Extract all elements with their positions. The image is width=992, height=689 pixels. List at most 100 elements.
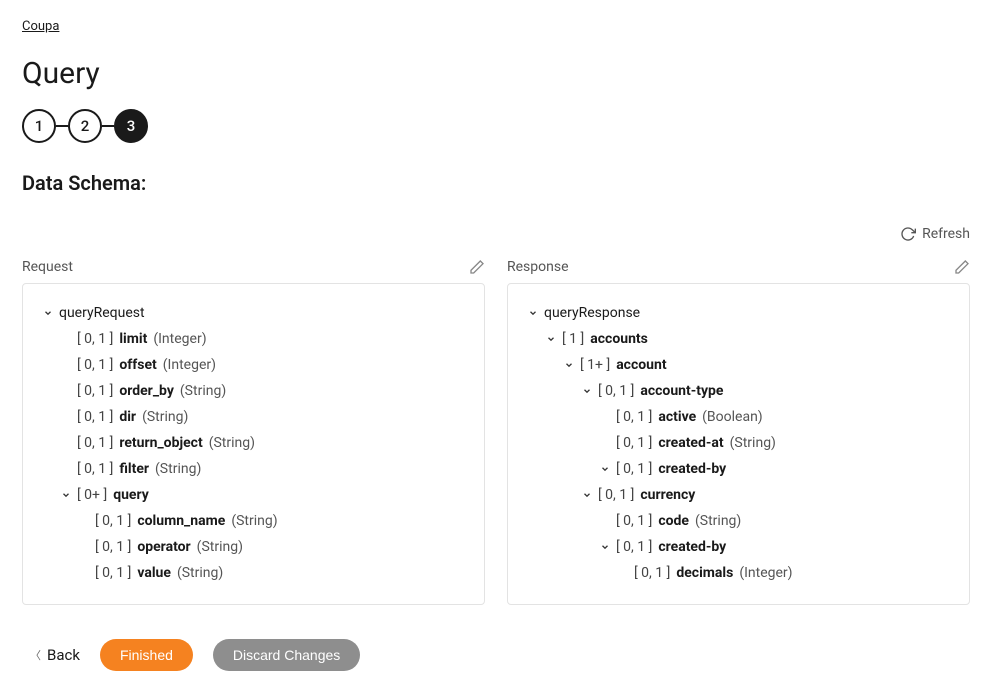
schema-field: [ 0+ ]query	[59, 482, 466, 508]
chevron-down-icon[interactable]	[598, 464, 612, 474]
schema-field: [ 0, 1 ] created-by	[598, 534, 951, 560]
field-name: value	[137, 563, 171, 584]
cardinality: [ 0, 1 ]	[77, 355, 113, 376]
schema-field: [ 0, 1 ] code (String)	[598, 508, 951, 534]
field-name: code	[658, 511, 689, 532]
schema-root: queryResponse	[526, 300, 951, 326]
schema-field: [ 0, 1 ]offset(Integer)	[59, 352, 466, 378]
field-name: accounts	[590, 329, 648, 350]
root-name: queryResponse	[544, 303, 640, 324]
refresh-icon	[900, 226, 916, 242]
field-type: (String)	[695, 511, 741, 532]
chevron-down-icon[interactable]	[526, 308, 540, 318]
field-name: return_object	[119, 433, 202, 454]
refresh-label: Refresh	[922, 226, 970, 242]
cardinality: [ 0, 1 ]	[616, 537, 652, 558]
schema-field: [ 0, 1 ]account-type	[580, 378, 951, 404]
step-connector	[102, 125, 114, 127]
chevron-down-icon[interactable]	[59, 490, 73, 500]
schema-field: [ 0, 1 ]limit(Integer)	[59, 326, 466, 352]
cardinality: [ 1+ ]	[580, 355, 610, 376]
chevron-down-icon[interactable]	[580, 490, 594, 500]
cardinality: [ 0, 1 ]	[616, 459, 652, 480]
schema-field: [ 0, 1 ] active (Boolean)	[598, 404, 951, 430]
field-name: operator	[137, 537, 190, 558]
cardinality: [ 1 ]	[562, 329, 584, 350]
field-name: decimals	[676, 563, 733, 584]
schema-field: [ 0, 1 ] currency	[580, 482, 951, 508]
back-button[interactable]: 〈 Back	[30, 646, 80, 664]
field-name: active	[658, 407, 696, 428]
schema-field: [ 0, 1 ]created-by	[598, 456, 951, 482]
field-name: query	[113, 485, 149, 506]
step-3[interactable]: 3	[114, 109, 148, 143]
cardinality: [ 0, 1 ]	[77, 433, 113, 454]
page-title: Query	[22, 56, 970, 91]
field-type: (Integer)	[153, 329, 206, 350]
step-connector	[56, 125, 68, 127]
step-2[interactable]: 2	[68, 109, 102, 143]
refresh-button[interactable]: Refresh	[900, 223, 970, 245]
field-type: (Boolean)	[702, 407, 763, 428]
cardinality: [ 0, 1 ]	[634, 563, 670, 584]
field-name: order_by	[119, 381, 174, 402]
field-type: (String)	[730, 433, 776, 454]
cardinality: [ 0, 1 ]	[616, 407, 652, 428]
chevron-down-icon[interactable]	[598, 542, 612, 552]
cardinality: [ 0, 1 ]	[95, 537, 131, 558]
root-name: queryRequest	[59, 303, 145, 324]
schema-field: [ 0, 1 ]order_by(String)	[59, 378, 466, 404]
pencil-icon[interactable]	[469, 259, 485, 275]
response-label: Response	[507, 259, 569, 275]
discard-button[interactable]: Discard Changes	[213, 639, 360, 671]
footer-actions: 〈 Back Finished Discard Changes	[22, 639, 970, 671]
field-name: filter	[119, 459, 149, 480]
chevron-down-icon[interactable]	[562, 360, 576, 370]
cardinality: [ 0, 1 ]	[95, 563, 131, 584]
cardinality: [ 0, 1 ]	[616, 511, 652, 532]
field-name: dir	[119, 407, 136, 428]
schema-field: [ 0, 1 ] column_name (String)	[77, 508, 466, 534]
step-1[interactable]: 1	[22, 109, 56, 143]
field-type: (String)	[155, 459, 201, 480]
schema-field: [ 1 ] accounts	[544, 326, 951, 352]
cardinality: [ 0, 1 ]	[77, 381, 113, 402]
chevron-down-icon[interactable]	[580, 386, 594, 396]
schema-field: [ 0, 1 ] decimals (Integer)	[616, 560, 951, 586]
field-type: (String)	[209, 433, 255, 454]
schema-field: [ 0, 1 ] value (String)	[77, 560, 466, 586]
cardinality: [ 0, 1 ]	[77, 407, 113, 428]
response-panel: Refresh Response queryResponse [ 1 ] accou…	[507, 223, 970, 605]
field-type: (Integer)	[163, 355, 216, 376]
schema-field: [ 0, 1 ] filter (String)	[59, 456, 466, 482]
field-type: (String)	[177, 563, 223, 584]
field-name: created-at	[658, 433, 723, 454]
field-name: account	[616, 355, 666, 376]
cardinality: [ 0, 1 ]	[616, 433, 652, 454]
cardinality: [ 0, 1 ]	[95, 511, 131, 532]
breadcrumb-link[interactable]: Coupa	[22, 19, 59, 34]
chevron-down-icon[interactable]	[544, 334, 558, 344]
request-label: Request	[22, 259, 73, 275]
stepper: 123	[22, 109, 970, 143]
response-schema-box: queryResponse[ 1 ]accounts[ 1+ ]account[…	[507, 283, 970, 605]
cardinality: [ 0, 1 ]	[77, 459, 113, 480]
schema-field: [ 0, 1 ]dir(String)	[59, 404, 466, 430]
cardinality: [ 0, 1 ]	[77, 329, 113, 350]
field-name: created-by	[658, 537, 726, 558]
finished-button[interactable]: Finished	[100, 639, 193, 671]
cardinality: [ 0, 1 ]	[598, 485, 634, 506]
schema-root: queryRequest	[41, 300, 466, 326]
field-name: column_name	[137, 511, 225, 532]
chevron-down-icon[interactable]	[41, 308, 55, 318]
field-type: (String)	[197, 537, 243, 558]
chevron-left-icon: 〈	[30, 647, 41, 663]
request-panel: Request queryRequest[ 0, 1 ]limit(Intege…	[22, 223, 485, 605]
pencil-icon[interactable]	[954, 259, 970, 275]
field-type: (Integer)	[739, 563, 792, 584]
field-name: currency	[640, 485, 695, 506]
schema-field: [ 1+ ] account	[562, 352, 951, 378]
request-schema-box: queryRequest[ 0, 1 ]limit(Integer)[ 0, 1…	[22, 283, 485, 605]
field-type: (String)	[231, 511, 277, 532]
field-name: account-type	[640, 381, 723, 402]
